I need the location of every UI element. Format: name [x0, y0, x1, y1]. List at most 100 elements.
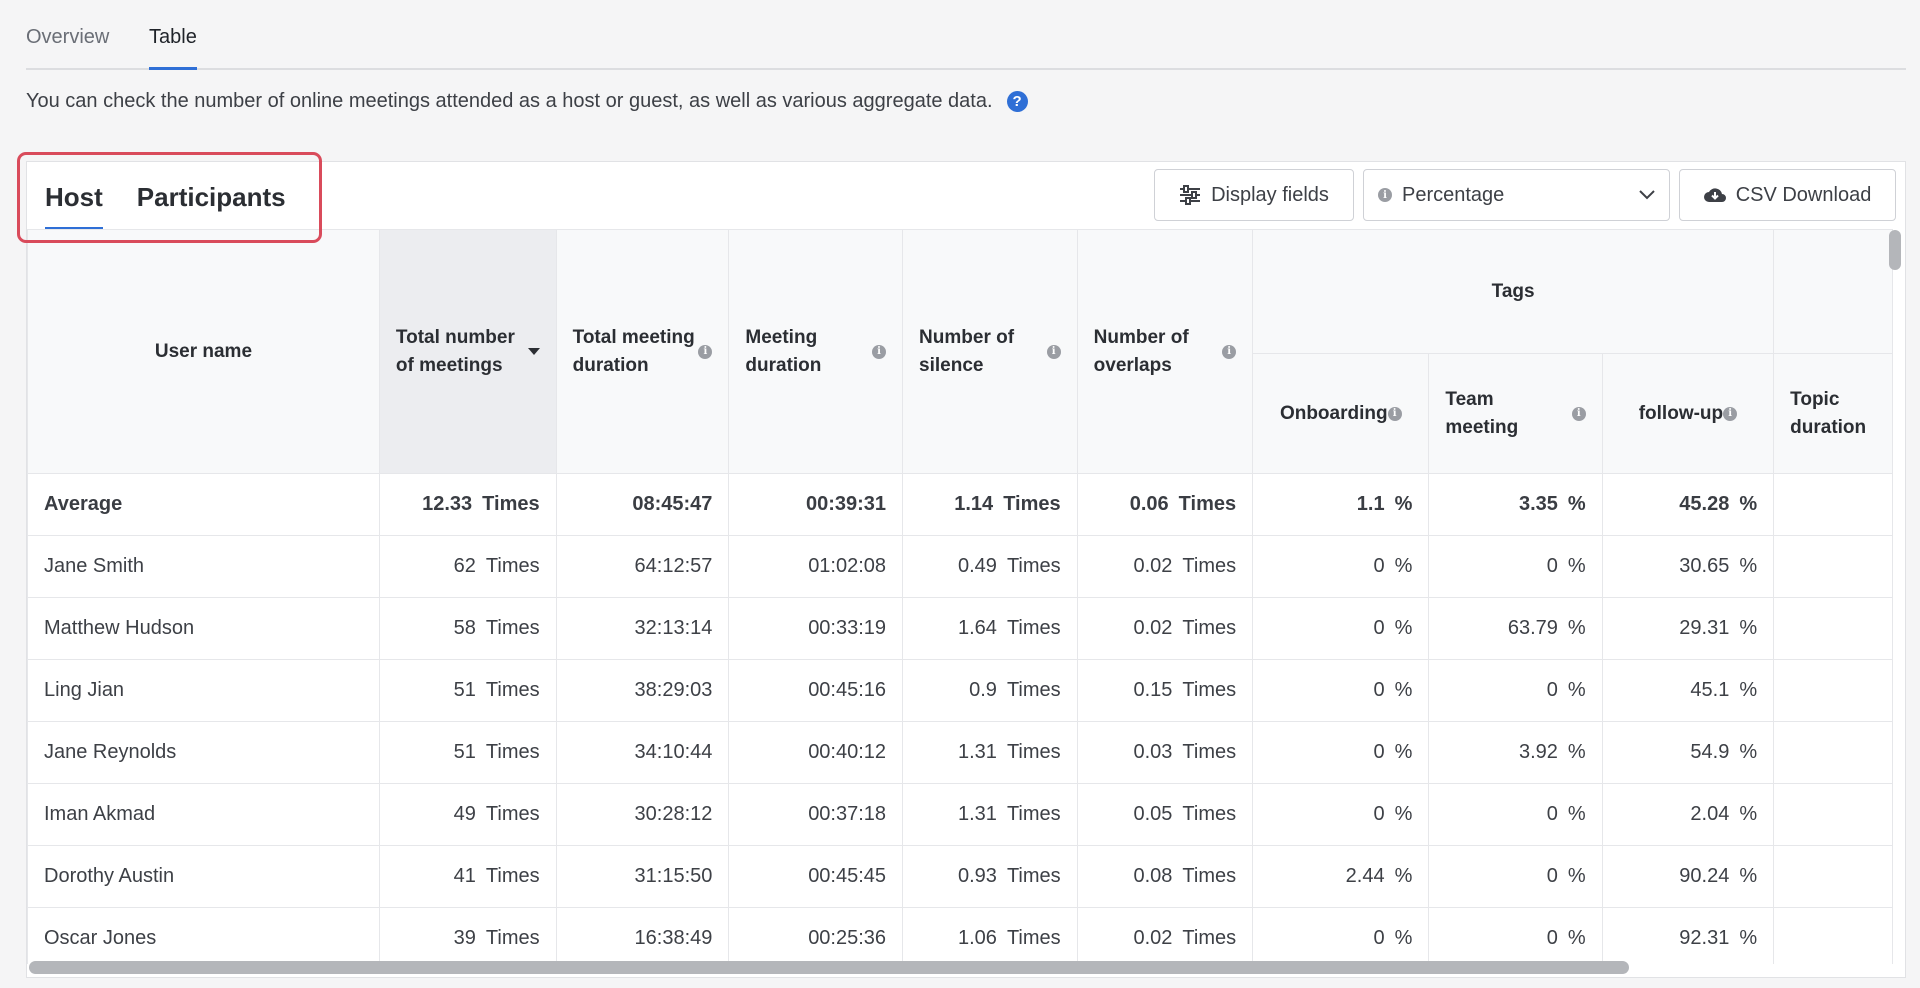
sliders-icon — [1180, 185, 1201, 205]
user-name-cell: Iman Akmad — [27, 783, 380, 846]
col-tag-followup[interactable]: follow-up i — [1601, 353, 1775, 474]
table-row: Matthew Hudson 58 Times 32:13:14 00:33:19 1.6… — [27, 597, 1893, 660]
col-overlaps[interactable]: Number of overlaps i — [1076, 229, 1254, 474]
total-duration-cell: 64:12:57 — [555, 535, 730, 598]
col-tag-onboarding[interactable]: Onboarding i — [1252, 353, 1430, 474]
info-icon[interactable]: i — [872, 344, 887, 359]
total-duration-cell: 38:29:03 — [555, 659, 730, 722]
col-total-meetings[interactable]: Total number of meetings — [378, 229, 557, 474]
user-name-cell: Jane Reynolds — [27, 721, 380, 784]
tab-participants[interactable]: Participants — [137, 182, 286, 230]
team-meeting-cell: 63.79% — [1428, 597, 1603, 660]
sort-desc-icon[interactable] — [527, 348, 540, 355]
info-icon[interactable]: i — [1723, 406, 1738, 421]
followup-cell: 45.28% — [1601, 473, 1775, 536]
info-icon[interactable]: i — [1046, 344, 1061, 359]
onboarding-cell: 0% — [1252, 783, 1430, 846]
view-mode-select[interactable]: i Percentage — [1363, 169, 1670, 221]
followup-cell: 54.9% — [1601, 721, 1775, 784]
total-duration-cell: 32:13:14 — [555, 597, 730, 660]
topic-duration-cell — [1773, 845, 1893, 908]
user-name-cell: Oscar Jones — [27, 907, 380, 964]
meeting-duration-cell: 00:40:12 — [728, 721, 904, 784]
table-row: Jane Reynolds 51 Times 34:10:44 00:40:12 1.31… — [27, 721, 1893, 784]
meetings-table: User name Total number of meetings Total… — [27, 229, 1893, 964]
average-row: Average 12.33 Times 08:45:47 00:39:31 1.1… — [27, 473, 1893, 536]
description-text: You can check the number of online meeti… — [26, 90, 993, 112]
help-icon[interactable]: ? — [1006, 91, 1028, 112]
followup-cell: 90.24% — [1601, 845, 1775, 908]
total-duration-cell: 30:28:12 — [555, 783, 730, 846]
team-meeting-cell: 0% — [1428, 659, 1603, 722]
topic-duration-cell — [1773, 659, 1893, 722]
display-fields-button[interactable]: Display fields — [1154, 169, 1354, 221]
meeting-duration-cell: 01:02:08 — [728, 535, 904, 598]
col-topic-duration[interactable]: Topic duration — [1773, 353, 1893, 474]
total-duration-cell: 16:38:49 — [555, 907, 730, 964]
team-meeting-cell: 0% — [1428, 783, 1603, 846]
meeting-duration-cell: 00:45:16 — [728, 659, 904, 722]
csv-download-button[interactable]: CSV Download — [1679, 169, 1896, 221]
onboarding-cell: 0% — [1252, 535, 1430, 598]
silence-cell: 0.9 Times — [902, 659, 1078, 722]
display-fields-label: Display fields — [1211, 183, 1329, 206]
data-table-viewport[interactable]: User name Total number of meetings Total… — [27, 229, 1893, 964]
team-meeting-cell: 0% — [1428, 845, 1603, 908]
meeting-duration-cell: 00:37:18 — [728, 783, 904, 846]
info-icon[interactable]: i — [1222, 344, 1237, 359]
overlaps-cell: 0.08 Times — [1076, 845, 1254, 908]
tab-table[interactable]: Table — [149, 26, 197, 70]
team-meeting-cell: 0% — [1428, 535, 1603, 598]
info-icon[interactable]: i — [698, 344, 713, 359]
silence-cell: 1.64 Times — [902, 597, 1078, 660]
table-row: Dorothy Austin 41 Times 31:15:50 00:45:45 0.9… — [27, 845, 1893, 908]
topic-duration-cell — [1773, 783, 1893, 846]
onboarding-cell: 0% — [1252, 907, 1430, 964]
horizontal-scrollbar[interactable] — [29, 961, 1629, 974]
tab-overview[interactable]: Overview — [26, 26, 109, 67]
overlaps-cell: 0.03 Times — [1076, 721, 1254, 784]
col-group-next — [1773, 229, 1893, 354]
col-user-name[interactable]: User name — [27, 229, 380, 474]
onboarding-cell: 0% — [1252, 659, 1430, 722]
topic-duration-cell — [1773, 721, 1893, 784]
team-meeting-cell: 3.35% — [1428, 473, 1603, 536]
followup-cell: 2.04% — [1601, 783, 1775, 846]
page-description: You can check the number of online meeti… — [26, 90, 1028, 113]
silence-cell: 0.49 Times — [902, 535, 1078, 598]
topic-duration-cell — [1773, 907, 1893, 964]
silence-cell: 1.14 Times — [902, 473, 1078, 536]
chevron-down-icon — [1639, 190, 1655, 200]
info-icon[interactable]: i — [1571, 406, 1586, 421]
onboarding-cell: 0% — [1252, 597, 1430, 660]
vertical-scrollbar[interactable] — [1889, 230, 1901, 270]
info-icon[interactable]: i — [1387, 406, 1402, 421]
followup-cell: 30.65% — [1601, 535, 1775, 598]
meetings-cell: 49 Times — [378, 783, 557, 846]
col-tag-team-meeting[interactable]: Team meeting i — [1428, 353, 1603, 474]
overlaps-cell: 0.02 Times — [1076, 535, 1254, 598]
meeting-duration-cell: 00:25:36 — [728, 907, 904, 964]
col-silence[interactable]: Number of silence i — [902, 229, 1078, 474]
user-name-cell: Matthew Hudson — [27, 597, 380, 660]
cloud-download-icon — [1703, 188, 1726, 202]
total-duration-cell: 08:45:47 — [555, 473, 730, 536]
team-meeting-cell: 3.92% — [1428, 721, 1603, 784]
topic-duration-cell — [1773, 535, 1893, 598]
col-total-duration[interactable]: Total meeting duration i — [555, 229, 730, 474]
followup-cell: 92.31% — [1601, 907, 1775, 964]
user-name-cell: Dorothy Austin — [27, 845, 380, 908]
followup-cell: 29.31% — [1601, 597, 1775, 660]
silence-cell: 1.31 Times — [902, 783, 1078, 846]
table-row: Iman Akmad 49 Times 30:28:12 00:37:18 1.31 Tim… — [27, 783, 1893, 846]
table-row: Ling Jian 51 Times 38:29:03 00:45:16 0.9 Times… — [27, 659, 1893, 722]
meetings-cell: 12.33 Times — [378, 473, 557, 536]
silence-cell: 0.93 Times — [902, 845, 1078, 908]
table-body: Average 12.33 Times 08:45:47 00:39:31 1.1… — [27, 473, 1893, 964]
team-meeting-cell: 0% — [1428, 907, 1603, 964]
overlaps-cell: 0.02 Times — [1076, 597, 1254, 660]
top-tabs: Overview Table — [26, 0, 1906, 70]
table-row: Oscar Jones 39 Times 16:38:49 00:25:36 1.06 Ti… — [27, 907, 1893, 964]
tab-host[interactable]: Host — [45, 182, 103, 230]
col-meeting-duration[interactable]: Meeting duration i — [728, 229, 904, 474]
